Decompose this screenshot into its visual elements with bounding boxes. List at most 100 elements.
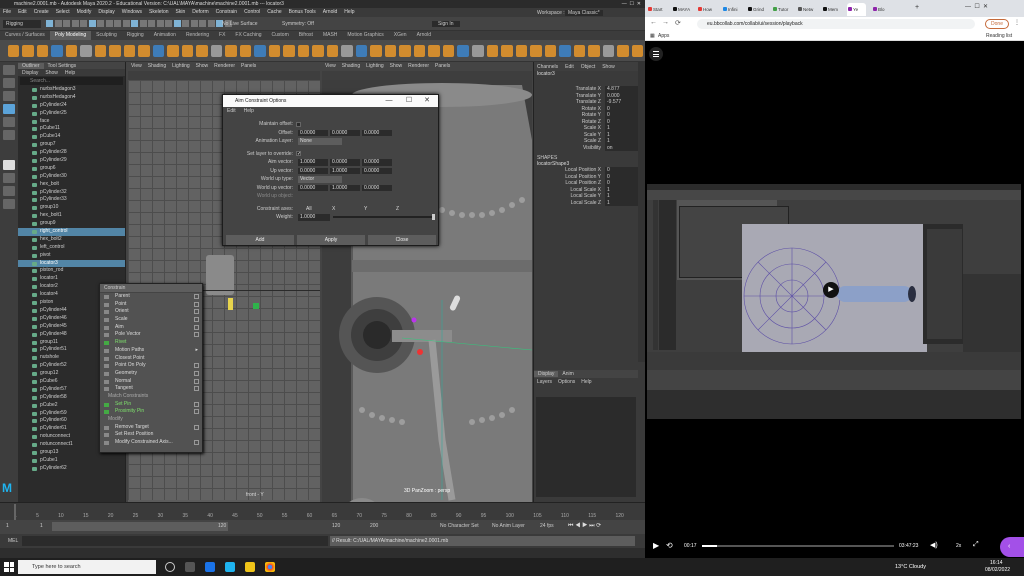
shelf-tool-icon[interactable] [370,44,382,57]
status-tool-icon[interactable] [165,20,172,27]
shelf-tool-icon[interactable] [36,44,49,57]
apps-icon[interactable]: ▦ [650,31,655,41]
menu-item-modify-constrained-axis[interactable]: Modify Constrained Axis... [100,439,202,447]
shelf-tab-mash[interactable]: MASH [318,31,342,40]
viewport-menu-show[interactable]: Show [196,62,209,71]
minimize-icon[interactable]: — [382,95,396,107]
close-icon[interactable]: ✕ [420,95,434,107]
shelf-tool-icon[interactable] [80,44,92,57]
menu-control[interactable]: Control [244,9,260,15]
shelf-tab-bifrost[interactable]: Bifrost [294,31,318,40]
shelf-tool-icon[interactable] [588,44,600,57]
shelf-tab-curves-surfaces[interactable]: Curves / Surfaces [0,31,50,40]
outliner-item[interactable]: face [18,118,125,126]
range-inner-start[interactable]: 1 [40,523,43,529]
menu-create[interactable]: Create [34,9,49,15]
clock-time[interactable]: 16:14 [990,560,1003,566]
windows-start-icon[interactable] [4,562,14,572]
menu-item-normal[interactable]: Normal [100,378,202,386]
shelf-tool-icon[interactable] [559,44,571,57]
channel-row[interactable]: Local Scale Z 1 [534,199,645,206]
browser-tab[interactable]: Start [647,3,666,16]
shelf-tool-icon[interactable] [123,44,136,57]
apply-button[interactable]: Apply [297,235,365,245]
status-tool-icon[interactable] [131,20,138,27]
mode-dropdown[interactable]: Rigging [3,20,41,28]
shelf-tool-icon[interactable] [544,44,557,57]
shelf-tool-icon[interactable] [602,44,615,57]
range-end[interactable]: 120 [332,523,340,529]
option-field[interactable]: 0.0000 [298,184,328,191]
browser-tab[interactable]: Infini [722,3,741,16]
shelf-tool-icon[interactable] [384,44,397,57]
shelf-tool-icon[interactable] [399,44,411,57]
option-checkbox[interactable] [296,121,301,127]
reload-icon[interactable]: ⟳ [675,19,681,27]
option-field[interactable]: 0.0000 [362,167,392,174]
outliner-item[interactable]: pCylinder62 [18,465,125,473]
recording-video[interactable]: ▶ [647,184,1021,419]
task-view-icon[interactable] [185,562,195,572]
option-field[interactable]: 1.0000 [298,159,328,166]
outliner-search[interactable]: Search... [20,77,123,85]
layout-outliner-icon[interactable] [3,199,15,209]
menu-item-scale[interactable]: Scale [100,316,202,324]
option-box-icon[interactable] [194,370,199,376]
outliner-item[interactable]: left_control [18,244,125,252]
outliner-item[interactable]: group9 [18,220,125,228]
outliner-menu-show[interactable]: Show [45,70,58,76]
play-icon[interactable]: ▶ [653,541,659,550]
menu-edit[interactable]: Edit [18,9,27,15]
shelf-tool-icon[interactable] [283,44,295,57]
command-input[interactable] [22,536,328,546]
shelf-tool-icon[interactable] [501,44,513,57]
window-controls[interactable]: — ☐ ✕ [622,0,641,8]
outliner-item[interactable]: right_control [18,228,125,236]
shelf-tool-icon[interactable] [442,44,455,57]
channel-menu-edit[interactable]: Edit [565,64,574,70]
layout-two-icon[interactable] [3,186,15,196]
status-tool-icon[interactable] [80,20,87,27]
dialog-menu-help[interactable]: Help [244,108,254,114]
shelf-tool-icon[interactable] [239,44,252,57]
select-tool-icon[interactable] [3,65,15,75]
no-live-surface[interactable]: No Live Surface [222,21,258,27]
time-slider[interactable]: 1510152025303540455055606570758085909510… [0,502,645,520]
shelf-tool-icon[interactable] [631,44,644,57]
speed-button[interactable]: 2x [956,543,961,549]
menu-bonus-tools[interactable]: Bonus Tools [289,9,316,15]
browser-tab[interactable]: How [697,3,716,16]
outliner-item[interactable]: hex_bolt [18,181,125,189]
option-field[interactable]: Vector [298,176,342,183]
option-field[interactable]: 0.0000 [362,184,392,191]
option-box-icon[interactable] [194,317,199,323]
outliner-item[interactable]: pivot [18,252,125,260]
shelf-tab-fx[interactable]: FX [214,31,230,40]
menu-item-tangent[interactable]: Tangent [100,385,202,393]
status-tool-icon[interactable] [148,20,155,27]
menu-cache[interactable]: Cache [267,9,281,15]
outliner-item[interactable]: pCylinder32 [18,189,125,197]
shelf-tool-icon[interactable] [515,44,528,57]
option-field[interactable]: Z [394,206,414,213]
window-controls-browser[interactable]: — ☐ ✕ [965,3,988,10]
option-box-icon[interactable] [194,294,199,299]
option-box-icon[interactable] [194,401,199,407]
menu-item-orient[interactable]: Orient [100,308,202,316]
option-field[interactable]: None [298,138,342,145]
menu-item-set-rest-position[interactable]: Set Rest Position [100,431,202,439]
channel-menu-show[interactable]: Show [602,64,615,70]
shelf-tool-icon[interactable] [573,44,586,57]
shelf-tool-icon[interactable] [109,44,121,57]
status-tool-icon[interactable] [46,20,53,27]
viewport-menu-show[interactable]: Show [390,62,403,71]
maximize-icon[interactable]: ☐ [402,95,416,107]
shelf-tool-icon[interactable] [152,44,165,57]
outliner-item[interactable]: nurbsHedagon4 [18,94,125,102]
option-field[interactable]: 0.0000 [362,129,392,136]
workspace-dropdown[interactable]: Maya Classic* [565,10,603,16]
option-field[interactable]: 0.0000 [362,159,392,166]
range-bar[interactable] [52,522,228,531]
status-tool-icon[interactable] [173,20,181,27]
menu-display[interactable]: Display [98,9,114,15]
